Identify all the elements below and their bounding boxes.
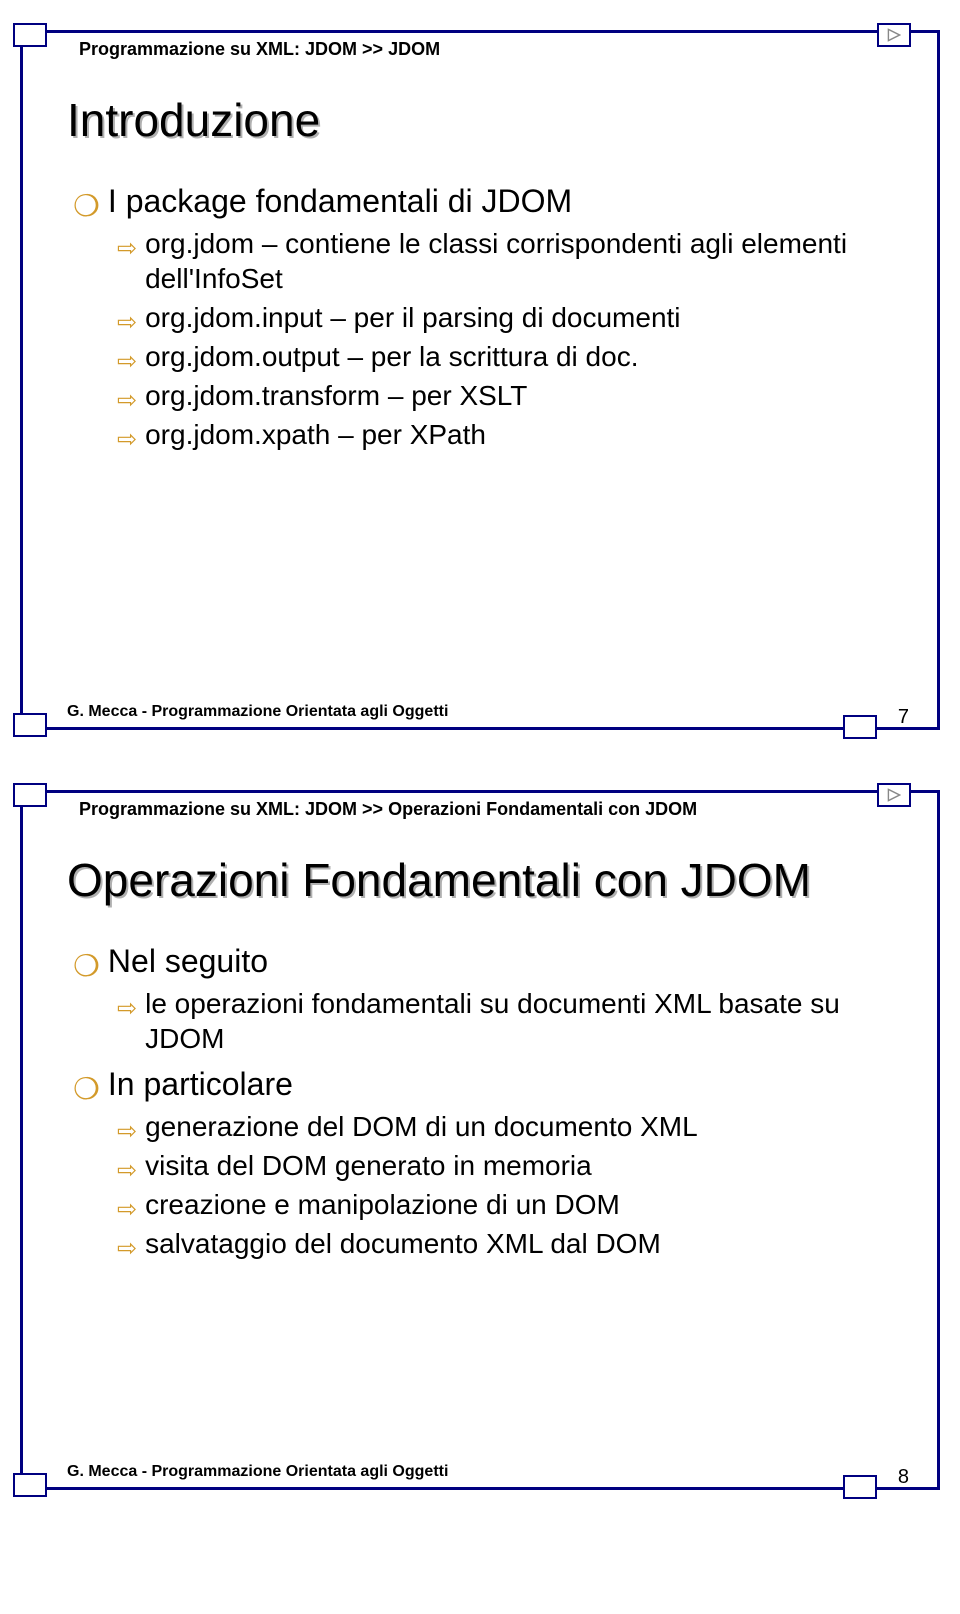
list-item: ⇨ org.jdom – contiene le classi corrispo…: [117, 226, 897, 296]
play-icon: [887, 28, 901, 42]
connector-top-left: [13, 783, 47, 807]
breadcrumb: Programmazione su XML: JDOM >> Operazion…: [79, 799, 697, 820]
connector-bottom-right: [843, 715, 877, 739]
list-item: ❍ Nel seguito: [73, 943, 897, 980]
connector-bottom-left: [13, 713, 47, 737]
list-item: ❍ I package fondamentali di JDOM: [73, 183, 897, 220]
arrow-icon: ⇨: [117, 1117, 137, 1147]
slide-content: ❍ Nel seguito ⇨ le operazioni fondamenta…: [73, 943, 897, 1265]
arrow-icon: ⇨: [117, 1156, 137, 1186]
list-item: ⇨ org.jdom.xpath – per XPath: [117, 417, 897, 452]
level2-text: org.jdom.xpath – per XPath: [145, 417, 486, 452]
bullet-icon: ❍: [73, 952, 100, 982]
slide-title: Operazioni Fondamentali con JDOM: [67, 853, 811, 907]
connector-bottom-left: [13, 1473, 47, 1497]
play-icon: [887, 788, 901, 802]
list-item: ⇨ creazione e manipolazione di un DOM: [117, 1187, 897, 1222]
slide-title: Introduzione: [67, 93, 320, 147]
list-item: ⇨ org.jdom.output – per la scrittura di …: [117, 339, 897, 374]
slide-8: Programmazione su XML: JDOM >> Operazion…: [20, 790, 940, 1490]
list-item: ⇨ visita del DOM generato in memoria: [117, 1148, 897, 1183]
level2-text: org.jdom – contiene le classi corrispond…: [145, 226, 897, 296]
arrow-icon: ⇨: [117, 1234, 137, 1264]
page-number: 7: [898, 706, 909, 729]
connector-top-right: [877, 23, 911, 47]
arrow-icon: ⇨: [117, 1195, 137, 1225]
level2-text: visita del DOM generato in memoria: [145, 1148, 592, 1183]
list-item: ⇨ org.jdom.input – per il parsing di doc…: [117, 300, 897, 335]
level2-text: generazione del DOM di un documento XML: [145, 1109, 698, 1144]
level2-text: salvataggio del documento XML dal DOM: [145, 1226, 661, 1261]
footer-text: G. Mecca - Programmazione Orientata agli…: [67, 703, 448, 721]
level2-text: creazione e manipolazione di un DOM: [145, 1187, 620, 1222]
level1-text: In particolare: [108, 1066, 293, 1103]
arrow-icon: ⇨: [117, 234, 137, 264]
page-number: 8: [898, 1466, 909, 1489]
breadcrumb: Programmazione su XML: JDOM >> JDOM: [79, 39, 440, 60]
arrow-icon: ⇨: [117, 425, 137, 455]
level2-text: org.jdom.output – per la scrittura di do…: [145, 339, 638, 374]
connector-top-left: [13, 23, 47, 47]
arrow-icon: ⇨: [117, 347, 137, 377]
level2-text: org.jdom.input – per il parsing di docum…: [145, 300, 680, 335]
list-item: ❍ In particolare: [73, 1066, 897, 1103]
level2-text: le operazioni fondamentali su documenti …: [145, 986, 897, 1056]
slide-7: Programmazione su XML: JDOM >> JDOM Intr…: [20, 30, 940, 730]
arrow-icon: ⇨: [117, 308, 137, 338]
bullet-icon: ❍: [73, 1075, 100, 1105]
list-item: ⇨ org.jdom.transform – per XSLT: [117, 378, 897, 413]
arrow-icon: ⇨: [117, 386, 137, 416]
level2-text: org.jdom.transform – per XSLT: [145, 378, 527, 413]
slide-content: ❍ I package fondamentali di JDOM ⇨ org.j…: [73, 183, 897, 456]
connector-top-right: [877, 783, 911, 807]
arrow-icon: ⇨: [117, 994, 137, 1024]
list-item: ⇨ le operazioni fondamentali su document…: [117, 986, 897, 1056]
level1-text: Nel seguito: [108, 943, 268, 980]
list-item: ⇨ salvataggio del documento XML dal DOM: [117, 1226, 897, 1261]
bullet-icon: ❍: [73, 192, 100, 222]
list-item: ⇨ generazione del DOM di un documento XM…: [117, 1109, 897, 1144]
footer-text: G. Mecca - Programmazione Orientata agli…: [67, 1463, 448, 1481]
connector-bottom-right: [843, 1475, 877, 1499]
level1-text: I package fondamentali di JDOM: [108, 183, 572, 220]
